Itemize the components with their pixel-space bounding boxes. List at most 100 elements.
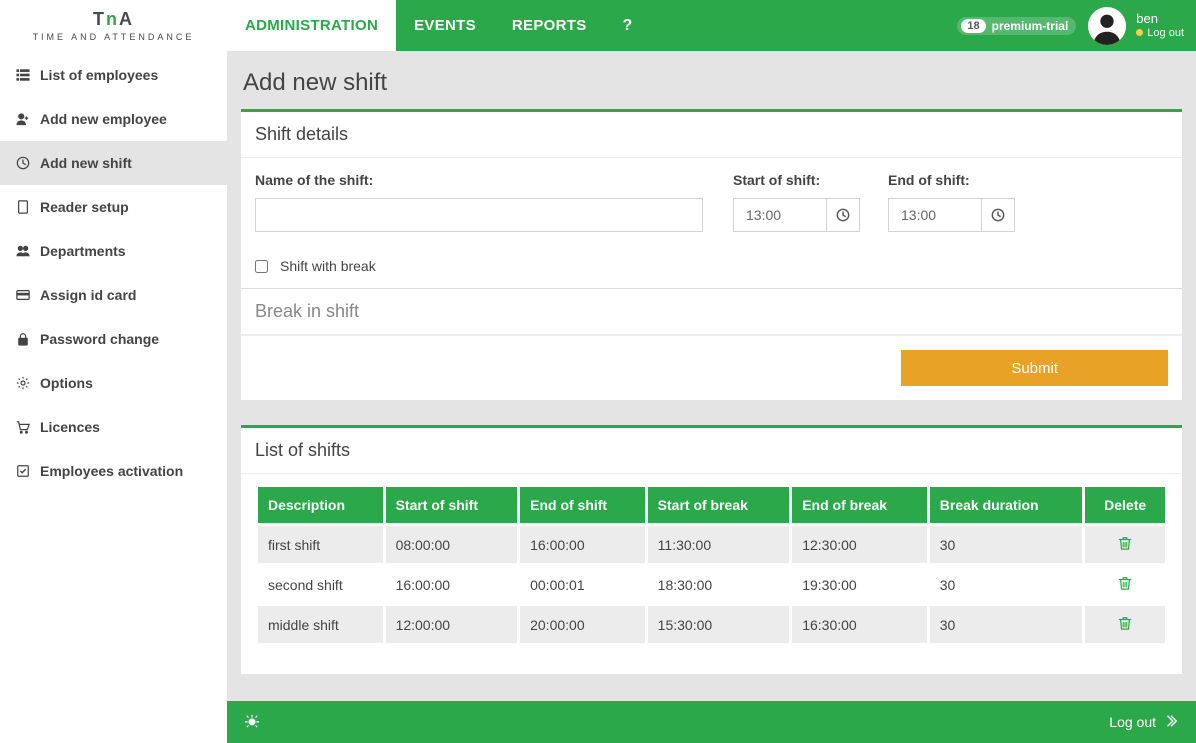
tablet-icon	[14, 198, 32, 216]
table-cell: 30	[930, 526, 1083, 563]
sidebar-item-password[interactable]: Password change	[0, 317, 227, 361]
user-plus-icon	[14, 110, 32, 128]
table-cell: 08:00:00	[386, 526, 518, 563]
label-start-of-shift: Start of shift:	[733, 172, 860, 188]
input-start-of-shift[interactable]	[733, 198, 826, 232]
panel-list-of-shifts: List of shifts Description Start of shif…	[241, 425, 1182, 674]
trash-icon[interactable]	[1118, 617, 1132, 633]
table-cell: 16:00:00	[386, 566, 518, 603]
submit-label: Submit	[1011, 360, 1058, 377]
th-break-end: End of break	[792, 487, 927, 523]
checkbox-shift-with-break[interactable]	[255, 260, 268, 273]
label-shift-name: Name of the shift:	[255, 172, 703, 188]
users-icon	[14, 242, 32, 260]
trash-icon[interactable]	[1118, 577, 1132, 593]
list-icon	[14, 66, 32, 84]
table-cell: second shift	[258, 566, 383, 603]
sidebar-item-label: Assign id card	[40, 287, 136, 303]
th-description: Description	[258, 487, 383, 523]
input-end-of-shift[interactable]	[888, 198, 981, 232]
bug-icon[interactable]	[245, 714, 259, 731]
table-cell: 00:00:01	[520, 566, 645, 603]
logo: TnA TIME AND ATTENDANCE	[0, 0, 227, 51]
status-dot-icon	[1136, 29, 1143, 36]
panel-header-details: Shift details	[241, 112, 1182, 158]
panel-header-list: List of shifts	[241, 428, 1182, 474]
sidebar-item-employees[interactable]: List of employees	[0, 53, 227, 97]
tab-help[interactable]: ?	[605, 0, 651, 51]
sidebar-item-label: Add new shift	[40, 155, 132, 171]
table-cell: 30	[930, 606, 1083, 643]
tab-reports[interactable]: REPORTS	[494, 0, 605, 51]
table-row: middle shift12:00:0020:00:0015:30:0016:3…	[258, 606, 1165, 643]
logo-letter-accent: n	[106, 9, 119, 29]
tab-events[interactable]: EVENTS	[396, 0, 494, 51]
sidebar-item-add-shift[interactable]: Add new shift	[0, 141, 227, 185]
input-shift-name[interactable]	[255, 198, 703, 232]
logout-link-footer[interactable]: Log out	[1109, 714, 1178, 731]
submit-button[interactable]: Submit	[901, 350, 1168, 386]
footer: Log out	[227, 701, 1196, 743]
lock-icon	[14, 330, 32, 348]
sidebar: TnA TIME AND ATTENDANCE List of employee…	[0, 0, 227, 743]
logout-label: Log out	[1147, 27, 1184, 39]
label-shift-with-break: Shift with break	[280, 258, 376, 274]
plan-name: premium-trial	[992, 19, 1069, 33]
top-nav: ADMINISTRATION EVENTS REPORTS ?	[227, 0, 651, 51]
sidebar-item-label: Reader setup	[40, 199, 129, 215]
trash-icon[interactable]	[1118, 537, 1132, 553]
delete-cell	[1085, 566, 1165, 603]
cart-icon	[14, 418, 32, 436]
sidebar-item-reader-setup[interactable]: Reader setup	[0, 185, 227, 229]
clock-picker-start[interactable]	[826, 198, 860, 232]
table-cell: middle shift	[258, 606, 383, 643]
sidebar-item-add-employee[interactable]: Add new employee	[0, 97, 227, 141]
table-cell: 12:30:00	[792, 526, 927, 563]
sidebar-item-label: Licences	[40, 419, 100, 435]
clock-icon	[836, 208, 850, 222]
sidebar-item-assign-card[interactable]: Assign id card	[0, 273, 227, 317]
gear-icon	[14, 374, 32, 392]
sidebar-item-licences[interactable]: Licences	[0, 405, 227, 449]
table-cell: 19:30:00	[792, 566, 927, 603]
page-title: Add new shift	[241, 51, 1182, 109]
sidebar-item-options[interactable]: Options	[0, 361, 227, 405]
sidebar-item-departments[interactable]: Departments	[0, 229, 227, 273]
table-cell: 12:00:00	[386, 606, 518, 643]
clock-picker-end[interactable]	[981, 198, 1015, 232]
tab-label: REPORTS	[512, 17, 587, 34]
avatar[interactable]	[1088, 7, 1126, 45]
user-name: ben	[1136, 12, 1184, 26]
table-cell: 11:30:00	[648, 526, 790, 563]
th-end: End of shift	[520, 487, 645, 523]
delete-cell	[1085, 606, 1165, 643]
label-end-of-shift: End of shift:	[888, 172, 1015, 188]
sidebar-nav: List of employees Add new employee Add n…	[0, 53, 227, 493]
sidebar-item-label: Employees activation	[40, 463, 183, 479]
sidebar-item-label: Add new employee	[40, 111, 167, 127]
table-cell: 20:00:00	[520, 606, 645, 643]
plan-badge[interactable]: 18 premium-trial	[957, 17, 1076, 35]
tab-label: EVENTS	[414, 17, 476, 34]
table-row: first shift08:00:0016:00:0011:30:0012:30…	[258, 526, 1165, 563]
card-icon	[14, 286, 32, 304]
sidebar-item-label: Options	[40, 375, 93, 391]
clock-icon	[991, 208, 1005, 222]
sidebar-item-label: Departments	[40, 243, 126, 259]
plan-days: 18	[961, 19, 985, 33]
sidebar-item-activation[interactable]: Employees activation	[0, 449, 227, 493]
sidebar-item-label: List of employees	[40, 67, 158, 83]
check-square-icon	[14, 462, 32, 480]
table-cell: 30	[930, 566, 1083, 603]
th-delete: Delete	[1085, 487, 1165, 523]
table-cell: 18:30:00	[648, 566, 790, 603]
table-cell: 16:30:00	[792, 606, 927, 643]
th-break-start: Start of break	[648, 487, 790, 523]
user-block: ben Log out	[1088, 7, 1184, 45]
chevron-right-icon	[1164, 714, 1178, 731]
shifts-table: Description Start of shift End of shift …	[255, 484, 1168, 646]
tab-administration[interactable]: ADMINISTRATION	[227, 0, 396, 51]
delete-cell	[1085, 526, 1165, 563]
clock-icon	[14, 154, 32, 172]
logout-link-top[interactable]: Log out	[1136, 27, 1184, 39]
